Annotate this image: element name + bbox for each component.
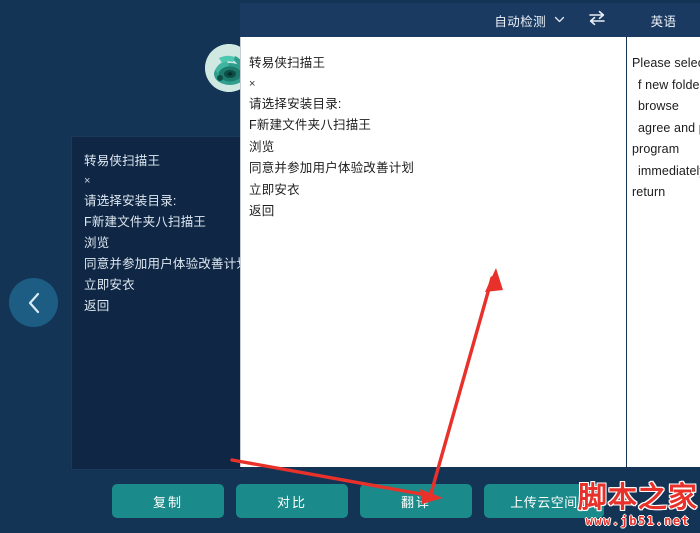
translation-line: immediately [638,163,700,178]
ocr-line: 请选择安装目录: [249,96,342,111]
target-language-selector[interactable]: 英语 [627,11,700,30]
source-line: 浏览 [84,236,110,250]
translation-line: browse [638,99,679,113]
source-line: 转易侠扫描王 [84,154,161,168]
swap-arrows-icon [587,9,607,32]
copy-button-label: 复制 [152,494,183,510]
copy-button[interactable]: 复制 [112,484,224,518]
ocr-line: × [249,77,256,90]
source-line: 请选择安装目录: [84,194,177,208]
source-line: 同意并参加用户体验改善计划 [84,257,243,271]
translate-button-label: 翻译 [400,494,431,510]
ocr-line: 同意并参加用户体验改善计划 [249,161,415,175]
site-watermark: 脚本之家 www.jb51.net [577,480,698,528]
watermark-main-text: 脚本之家 [577,480,698,514]
ocr-line: 浏览 [249,139,275,154]
source-language-label: 自动检测 [494,14,546,29]
translation-line: agree and p [638,120,700,135]
ocr-line: 返回 [249,204,275,218]
translate-button[interactable]: 翻译 [360,484,472,518]
source-language-selector[interactable]: 自动检测 [494,11,567,30]
target-language-label: 英语 [650,14,677,29]
ocr-line: 立即安衣 [249,182,300,197]
ocr-line: 转易侠扫描王 [249,56,326,70]
upload-cloud-button-label: 上传云空间 [510,494,578,510]
ocr-text-panel[interactable]: 转易侠扫描王 × 请选择安装目录: F新建文件夹八扫描王 浏览 同意并参加用户体… [240,37,626,467]
compare-button-label: 对比 [276,494,307,510]
translation-line: f new folde [638,77,700,92]
chevron-left-icon [23,290,45,316]
translation-line: program [632,142,680,156]
source-line: 立即安衣 [84,278,135,292]
source-text-card[interactable]: 转易侠扫描王 × 请选择安装目录: F新建文件夹八扫描王 浏览 同意并参加用户体… [72,137,243,469]
swap-languages-button[interactable] [587,9,607,32]
language-bar: 自动检测 英语 [240,3,700,37]
collapse-sidebar-button[interactable] [9,278,58,327]
source-line: F新建文件夹八扫描王 [84,215,207,229]
source-line: 返回 [84,299,110,313]
compare-button[interactable]: 对比 [236,484,348,518]
app-window: 转易侠扫描王 × 请选择安装目录: F新建文件夹八扫描王 浏览 同意并参加用户体… [0,0,700,533]
translation-line: return [632,185,666,199]
watermark-url-text: www.jb51.net [585,514,691,528]
translation-text-panel[interactable]: Please selec f new folde browse agree an… [627,37,700,467]
source-line: × [84,175,91,187]
ocr-line: F新建文件夹八扫描王 [249,118,372,132]
chevron-down-icon [554,14,565,23]
translation-line: Please selec [632,56,700,70]
